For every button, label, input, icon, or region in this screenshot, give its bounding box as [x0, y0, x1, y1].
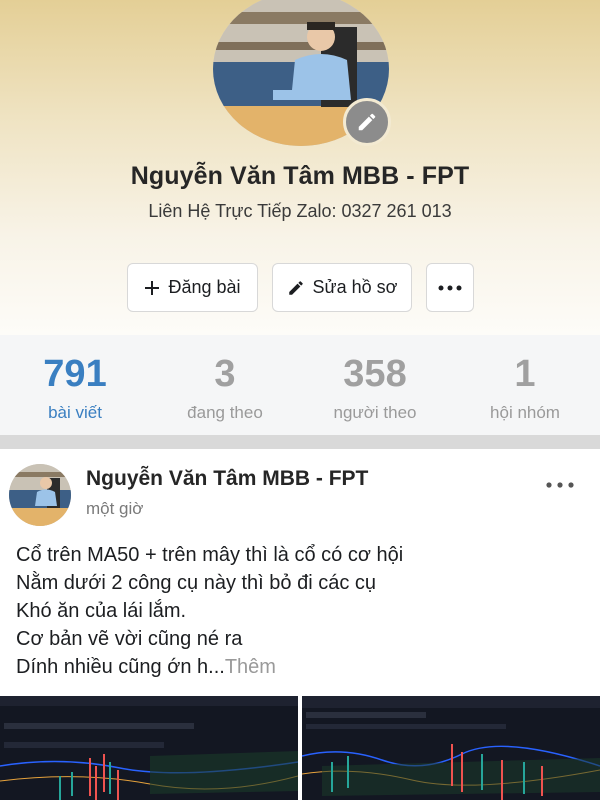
create-post-label: Đăng bài — [168, 277, 241, 297]
more-horizontal-icon — [438, 285, 462, 290]
see-more-link[interactable]: Thêm — [225, 656, 276, 678]
stat-followers[interactable]: 358 người theo — [300, 335, 450, 435]
post-author-avatar[interactable] — [9, 464, 71, 526]
create-post-button[interactable]: Đăng bài — [127, 263, 258, 312]
post-author-name[interactable]: Nguyễn Văn Tâm MBB - FPT — [86, 467, 368, 491]
stat-following[interactable]: 3 đang theo — [150, 335, 300, 435]
stat-posts[interactable]: 791 bài viết — [0, 335, 150, 435]
post-line-truncated: Dính nhiều cũng ớn h... — [16, 656, 225, 678]
stock-chart-image — [302, 696, 600, 800]
edit-profile-label: Sửa hồ sơ — [312, 277, 398, 297]
edit-avatar-button[interactable] — [343, 98, 391, 146]
stat-label: người theo — [333, 403, 417, 422]
profile-bio: Liên Hệ Trực Tiếp Zalo: 0327 261 013 — [148, 201, 452, 221]
post-card: Nguyễn Văn Tâm MBB - FPT một giờ Cổ trên… — [0, 449, 600, 800]
profile-name: Nguyễn Văn Tâm MBB - FPT — [130, 162, 470, 190]
post-image-chart-1[interactable] — [0, 696, 298, 800]
pencil-icon — [288, 280, 303, 295]
pencil-icon — [358, 113, 376, 131]
post-body: Cổ trên MA50 + trên mây thì là cổ có cơ … — [16, 541, 586, 681]
stat-label: hội nhóm — [490, 403, 560, 422]
post-line: Nằm dưới 2 công cụ này thì bỏ đi các cụ — [16, 572, 377, 594]
more-horizontal-icon — [546, 482, 574, 488]
post-line: Cổ trên MA50 + trên mây thì là cổ có cơ … — [16, 544, 404, 566]
section-divider — [0, 435, 600, 449]
post-more-button[interactable] — [545, 469, 575, 495]
profile-header: Nguyễn Văn Tâm MBB - FPT Liên Hệ Trực Ti… — [0, 0, 600, 335]
stat-label: đang theo — [187, 403, 263, 422]
stock-chart-image — [0, 696, 298, 800]
stat-label: bài viết — [48, 403, 102, 422]
post-timestamp: một giờ — [86, 499, 144, 518]
avatar-photo — [9, 464, 71, 526]
stat-value: 358 — [343, 353, 407, 395]
post-line: Cơ bản vẽ vời cũng né ra — [16, 628, 243, 650]
stat-value: 1 — [514, 353, 536, 395]
post-line: Khó ăn của lái lắm. — [16, 600, 187, 622]
stat-value: 791 — [43, 353, 107, 395]
post-images[interactable] — [0, 696, 600, 800]
post-image-chart-2[interactable] — [302, 696, 600, 800]
post-line-last: Dính nhiều cũng ớn h...Thêm — [16, 653, 586, 681]
stat-value: 3 — [214, 353, 236, 395]
plus-icon — [145, 280, 160, 295]
profile-more-button[interactable] — [426, 263, 474, 312]
edit-profile-button[interactable]: Sửa hồ sơ — [272, 263, 412, 312]
profile-stats: 791 bài viết 3 đang theo 358 người theo … — [0, 335, 600, 435]
stat-groups[interactable]: 1 hội nhóm — [450, 335, 600, 435]
